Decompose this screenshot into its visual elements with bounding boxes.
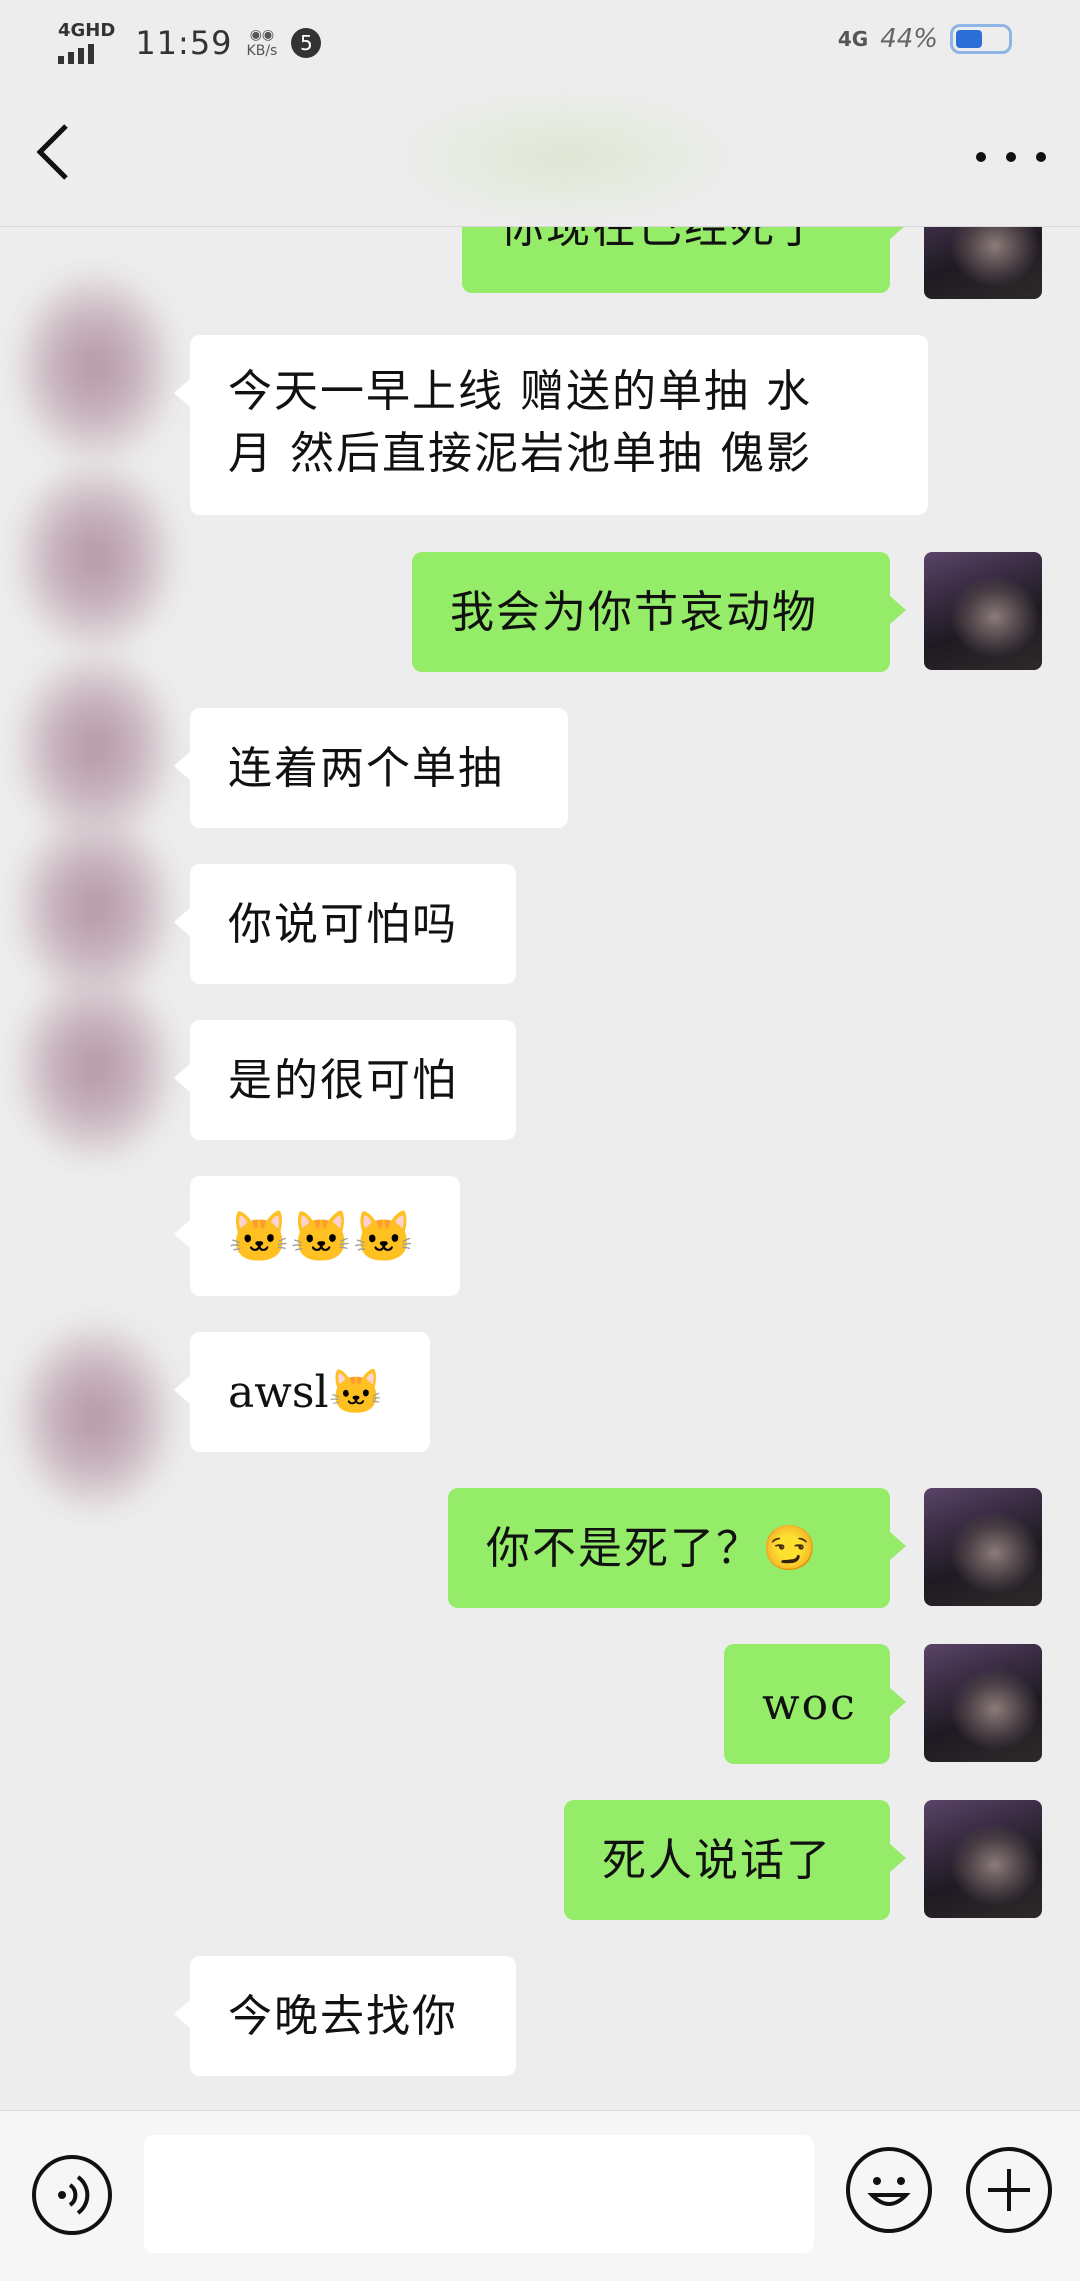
- network-speed: ◉◉ KB/s: [247, 27, 278, 59]
- message-bubble: 我会为你节哀动物: [412, 552, 906, 672]
- network-type: 4GHD: [58, 20, 116, 41]
- message-incoming[interactable]: 你说可怕吗: [174, 864, 516, 984]
- avatar[interactable]: [924, 227, 1042, 299]
- status-right: 4G 44%: [838, 24, 1012, 54]
- more-functions-button[interactable]: [966, 2147, 1052, 2233]
- message-incoming[interactable]: 🐱🐱🐱: [174, 1176, 460, 1296]
- notification-badge: 5: [291, 28, 322, 58]
- emoji-smile-icon: [867, 2177, 911, 2206]
- battery-percent: 44%: [880, 24, 938, 54]
- message-incoming[interactable]: 今晚去找你: [174, 1956, 516, 2076]
- network-indicator: 4GHD: [58, 22, 115, 64]
- emoji-button[interactable]: [846, 2147, 932, 2233]
- message-outgoing[interactable]: 我会为你节哀动物: [412, 552, 906, 672]
- message-bubble: 今晚去找你: [174, 1956, 516, 2076]
- signal-icon: [58, 42, 115, 64]
- plus-icon: [988, 2169, 1030, 2211]
- message-input[interactable]: [144, 2135, 814, 2253]
- voice-button[interactable]: [32, 2155, 112, 2235]
- speed-unit: KB/s: [246, 43, 278, 59]
- message-bubble: 死人说话了: [564, 1800, 906, 1920]
- clock: 11:59: [135, 24, 233, 62]
- message-bubble: 连着两个单抽: [174, 708, 568, 828]
- chat-input-bar: [0, 2110, 1080, 2281]
- contact-name-redacted: [400, 92, 730, 222]
- avatar[interactable]: [924, 1800, 1042, 1918]
- message-bubble: awsl🐱: [174, 1332, 430, 1452]
- chevron-left-icon: [36, 124, 68, 180]
- more-dots-icon: [976, 152, 986, 162]
- avatar-redacted: [10, 267, 180, 467]
- mobile-network-label: 4G: [837, 27, 869, 51]
- avatar[interactable]: [924, 1644, 1042, 1762]
- avatar[interactable]: [924, 552, 1042, 670]
- message-bubble: 你不是死了？😏: [448, 1488, 906, 1608]
- message-bubble: 🐱🐱🐱: [174, 1176, 460, 1296]
- battery-icon: [950, 24, 1012, 54]
- message-bubble: 你现在已经死了: [462, 227, 906, 293]
- avatar-redacted: [10, 457, 180, 657]
- chat-header: [0, 82, 1080, 227]
- eye-icon: ◉◉: [249, 27, 275, 43]
- back-button[interactable]: [34, 122, 94, 192]
- avatar-redacted: [10, 1317, 180, 1517]
- message-bubble: woc: [724, 1644, 906, 1764]
- message-outgoing[interactable]: 死人说话了: [564, 1800, 906, 1920]
- status-left: 4GHD 11:59 ◉◉ KB/s 5: [58, 22, 322, 64]
- more-options-button[interactable]: [976, 132, 1046, 182]
- message-outgoing[interactable]: 你不是死了？😏: [448, 1488, 906, 1608]
- message-incoming[interactable]: 是的很可怕: [174, 1020, 516, 1140]
- message-incoming[interactable]: 今天一早上线 赠送的单抽 水 月 然后直接泥岩池单抽 傀影: [174, 335, 928, 515]
- message-outgoing[interactable]: woc: [724, 1644, 906, 1764]
- message-bubble: 你说可怕吗: [174, 864, 516, 984]
- status-bar: 4GHD 11:59 ◉◉ KB/s 5 4G 44%: [0, 0, 1080, 82]
- message-bubble: 是的很可怕: [174, 1020, 516, 1140]
- avatar-redacted: [10, 967, 180, 1167]
- voice-icon: [58, 2175, 90, 2215]
- message-outgoing[interactable]: 你现在已经死了: [462, 227, 906, 293]
- message-list[interactable]: 你现在已经死了 今天一早上线 赠送的单抽 水 月 然后直接泥岩池单抽 傀影 我会…: [0, 227, 1080, 2109]
- avatar[interactable]: [924, 1488, 1042, 1606]
- message-bubble: 今天一早上线 赠送的单抽 水 月 然后直接泥岩池单抽 傀影: [174, 335, 928, 515]
- message-incoming[interactable]: awsl🐱: [174, 1332, 430, 1452]
- message-incoming[interactable]: 连着两个单抽: [174, 708, 568, 828]
